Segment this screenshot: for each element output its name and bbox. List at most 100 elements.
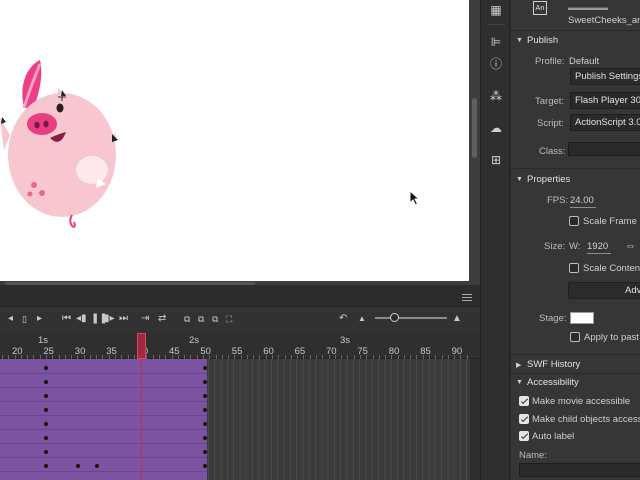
keyframe[interactable] [203, 450, 207, 454]
publish-settings-button[interactable]: Publish Settings [570, 68, 640, 85]
keyframe[interactable] [44, 436, 48, 440]
keyframe[interactable] [203, 422, 207, 426]
separator [511, 168, 640, 169]
auto-label-label: Auto label [532, 431, 575, 442]
accessibility-name-input[interactable] [519, 463, 640, 477]
width-underline [587, 253, 611, 254]
go-to-last-frame-icon[interactable]: ⏭ [119, 313, 128, 325]
accessibility-section-header[interactable]: ▼ Accessibility [511, 375, 640, 391]
auto-label-checkbox[interactable] [519, 431, 529, 441]
scale-frame-span-label: Scale Frame S [583, 216, 640, 227]
onion-skin-outline-icon[interactable]: ⧉ [198, 313, 204, 325]
make-movie-accessible-checkbox[interactable] [519, 396, 529, 406]
keyframe[interactable] [203, 394, 207, 398]
collapse-arrow-icon: ▼ [516, 37, 523, 44]
document-name: SweetCheeks_ani [568, 15, 640, 26]
keyframe[interactable] [44, 366, 48, 370]
keyframe[interactable] [203, 464, 207, 468]
keyframe[interactable] [44, 422, 48, 426]
motion-presets-icon[interactable]: ⁂ [489, 89, 503, 103]
stage-canvas[interactable] [0, 0, 469, 281]
advanced-settings-button[interactable]: Advanced [568, 282, 640, 299]
name-label: Name: [519, 450, 547, 461]
keyframe[interactable] [44, 464, 48, 468]
step-back-frame-icon[interactable]: ◂▮ [76, 313, 87, 325]
publish-section-header[interactable]: ▼ Publish [511, 33, 640, 49]
center-frame-icon[interactable]: ⇥ [141, 313, 149, 325]
target-label: Target: [535, 96, 565, 107]
cc-libraries-icon[interactable]: ☁ [489, 121, 503, 135]
undo-icon[interactable]: ↶ [339, 313, 347, 325]
link-dimensions-icon[interactable]: ⇔ [625, 240, 636, 252]
step-forward-frame-icon[interactable]: ▮▸ [104, 313, 115, 325]
frame-span-selection[interactable] [0, 359, 207, 480]
timeline-header [0, 285, 480, 307]
zoom-in-icon[interactable]: ▲ [452, 313, 462, 325]
seconds-marker: 1s [38, 335, 49, 346]
separator [487, 24, 505, 25]
info-icon[interactable]: ⓘ [489, 57, 503, 71]
keyframe[interactable] [76, 464, 80, 468]
script-dropdown[interactable]: ActionScript 3.0 [570, 114, 640, 131]
frames-grid[interactable] [0, 359, 470, 480]
timeline-zoom-knob[interactable] [390, 313, 399, 322]
width-value[interactable]: 1920 [587, 241, 608, 252]
modify-markers-icon[interactable]: ⛶ [226, 313, 232, 325]
section-title: Accessibility [527, 377, 579, 388]
apply-to-pasteboard-checkbox[interactable] [570, 332, 580, 342]
keyframe[interactable] [44, 408, 48, 412]
apply-to-pasteboard-label: Apply to past [584, 332, 639, 343]
stage-color-label: Stage: [539, 313, 567, 324]
transform-icon[interactable]: ⊞ [489, 153, 503, 167]
section-title: Publish [527, 35, 559, 46]
keyframe[interactable] [95, 464, 99, 468]
make-child-objects-accessible-label: Make child objects access [532, 414, 640, 425]
timeline-scroll-area[interactable] [470, 359, 480, 480]
keyframe[interactable] [203, 380, 207, 384]
keyframe[interactable] [44, 394, 48, 398]
stage-area [0, 0, 480, 283]
swf-history-section-header[interactable]: ▶ SWF History [511, 357, 640, 373]
stage-vertical-scrollbar[interactable] [469, 0, 480, 283]
keyframe[interactable] [203, 366, 207, 370]
size-label: Size: [544, 241, 566, 252]
scale-content-label: Scale Content [583, 263, 640, 274]
scale-frame-span-checkbox[interactable] [569, 216, 579, 226]
stage-color-swatch[interactable] [570, 312, 594, 324]
pig-character[interactable] [0, 60, 125, 235]
make-child-objects-accessible-checkbox[interactable] [519, 414, 529, 424]
animate-document-icon: An [533, 1, 547, 15]
panel-menu-icon[interactable] [462, 294, 472, 303]
target-dropdown[interactable]: Flash Player 30 [570, 92, 640, 109]
section-title: SWF History [527, 359, 581, 370]
frame-ruler[interactable]: 1s 2s 3s 202530354045505560657075808590 [0, 333, 480, 359]
keyframe[interactable] [44, 450, 48, 454]
scroll-right-icon[interactable]: ▸ [37, 313, 42, 325]
fps-value[interactable]: 24.00 [570, 195, 594, 206]
scroll-left-icon[interactable]: ◂ [8, 313, 13, 325]
width-label: W: [569, 241, 581, 252]
go-to-first-frame-icon[interactable]: ⏮ [62, 313, 71, 325]
layer-row-divider [0, 443, 207, 444]
edit-multiple-frames-icon[interactable]: ⧉ [212, 313, 218, 325]
keyframe[interactable] [203, 436, 207, 440]
class-label: Class: [539, 146, 566, 157]
vertical-scroll-thumb[interactable] [472, 98, 477, 158]
onion-skin-icon[interactable]: ⧉ [184, 313, 190, 325]
properties-section-header[interactable]: ▼ Properties [511, 172, 640, 188]
mouse-pointer-icon [409, 190, 421, 206]
layer-row-divider [0, 401, 207, 402]
zoom-out-icon[interactable]: ▲ [358, 313, 366, 325]
playhead[interactable] [137, 333, 146, 359]
timeline-zoom-slider[interactable] [375, 317, 447, 319]
make-movie-accessible-label: Make movie accessible [532, 396, 631, 407]
scale-content-checkbox[interactable] [569, 263, 579, 273]
align-icon[interactable]: ⊫ [489, 35, 503, 49]
collapse-arrow-icon: ▼ [516, 379, 523, 386]
camera-icon[interactable]: ▯ [22, 313, 27, 325]
loop-icon[interactable]: ⇄ [158, 313, 166, 325]
keyframe[interactable] [203, 408, 207, 412]
library-icon[interactable]: ▦ [489, 3, 503, 17]
class-input[interactable] [568, 142, 640, 156]
keyframe[interactable] [44, 380, 48, 384]
